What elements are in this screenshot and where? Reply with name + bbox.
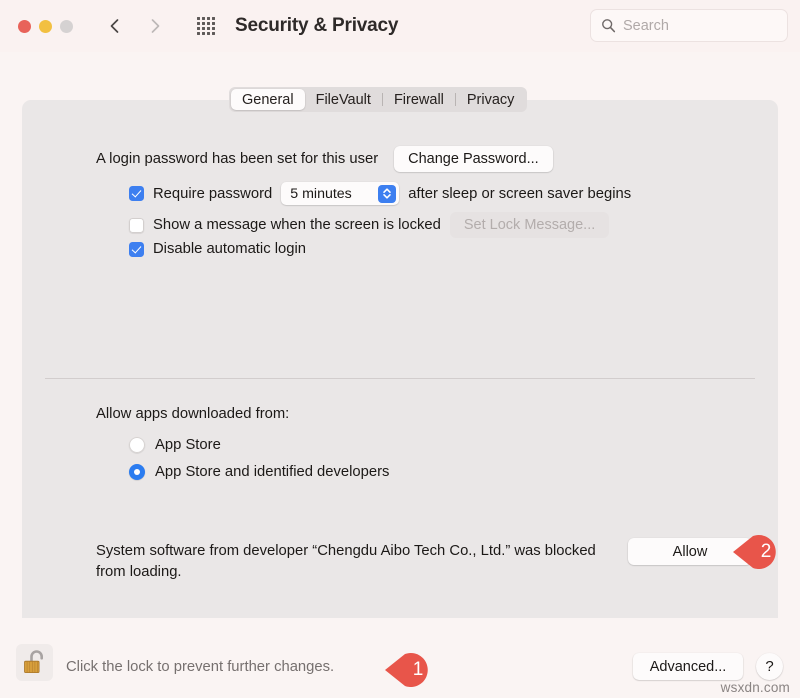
- back-button[interactable]: [105, 16, 125, 36]
- help-button[interactable]: ?: [756, 653, 783, 680]
- advanced-button[interactable]: Advanced...: [633, 653, 743, 680]
- callout-marker-1: 1: [385, 650, 439, 690]
- allow-apps-label: Allow apps downloaded from:: [96, 406, 290, 422]
- traffic-lights: [18, 19, 73, 33]
- radio-app-store-label: App Store: [155, 437, 221, 453]
- login-password-row: A login password has been set for this u…: [96, 146, 553, 172]
- radio-identified-developers[interactable]: [129, 464, 145, 480]
- chevron-right-icon: [151, 19, 160, 33]
- require-password-label: Require password: [153, 185, 273, 202]
- search-placeholder: Search: [623, 17, 669, 34]
- chevron-updown-icon: [378, 184, 397, 203]
- disable-automatic-login-label: Disable automatic login: [153, 241, 306, 257]
- timeout-selected-value: 5 minutes: [290, 185, 352, 202]
- allow-apps-option-identified-developers[interactable]: App Store and identified developers: [129, 464, 389, 480]
- blocked-software-notice: System software from developer “Chengdu …: [96, 543, 596, 580]
- search-field[interactable]: Search: [590, 9, 788, 42]
- login-password-status: A login password has been set for this u…: [96, 151, 379, 167]
- disable-automatic-login-checkbox[interactable]: [129, 241, 144, 257]
- show-all-grid-icon[interactable]: [195, 15, 217, 37]
- section-divider: [45, 378, 755, 379]
- lock-button[interactable]: [16, 644, 53, 681]
- allow-apps-option-app-store[interactable]: App Store: [129, 437, 221, 453]
- show-lock-message-row: Show a message when the screen is locked…: [129, 212, 610, 238]
- require-password-checkbox[interactable]: [129, 186, 144, 201]
- navigation-arrows: [105, 16, 165, 36]
- disable-automatic-login-row: Disable automatic login: [129, 241, 306, 257]
- watermark: wsxdn.com: [720, 680, 790, 695]
- tab-bar: General FileVault Firewall Privacy: [229, 87, 528, 112]
- set-lock-message-button[interactable]: Set Lock Message...: [449, 212, 610, 238]
- tab-filevault[interactable]: FileVault: [305, 89, 382, 110]
- search-icon: [602, 19, 616, 33]
- page-title: Security & Privacy: [235, 15, 399, 36]
- tab-privacy[interactable]: Privacy: [456, 89, 526, 110]
- chevron-left-icon: [110, 19, 119, 33]
- show-lock-message-label: Show a message when the screen is locked: [153, 217, 441, 233]
- close-window-button[interactable]: [18, 19, 31, 33]
- radio-identified-developers-label: App Store and identified developers: [155, 464, 390, 480]
- require-password-suffix-label: after sleep or screen saver begins: [408, 185, 632, 202]
- show-lock-message-checkbox[interactable]: [129, 217, 144, 233]
- callout-marker-2-number: 2: [760, 541, 772, 562]
- lock-caption: Click the lock to prevent further change…: [66, 659, 335, 675]
- require-password-row: Require password 5 minutes after sleep o…: [129, 182, 631, 205]
- radio-app-store[interactable]: [129, 437, 145, 453]
- minimize-window-button[interactable]: [39, 19, 52, 33]
- tab-firewall[interactable]: Firewall: [383, 89, 455, 110]
- forward-button[interactable]: [145, 16, 165, 36]
- window-titlebar: Security & Privacy Search: [0, 0, 800, 52]
- require-password-timeout-select[interactable]: 5 minutes: [281, 182, 400, 205]
- tab-general[interactable]: General: [231, 89, 305, 110]
- callout-marker-1-number: 1: [412, 659, 424, 680]
- unlocked-padlock-icon: [24, 650, 43, 674]
- change-password-button[interactable]: Change Password...: [394, 146, 553, 172]
- zoom-window-button[interactable]: [60, 19, 73, 33]
- callout-marker-2: 2: [733, 532, 787, 572]
